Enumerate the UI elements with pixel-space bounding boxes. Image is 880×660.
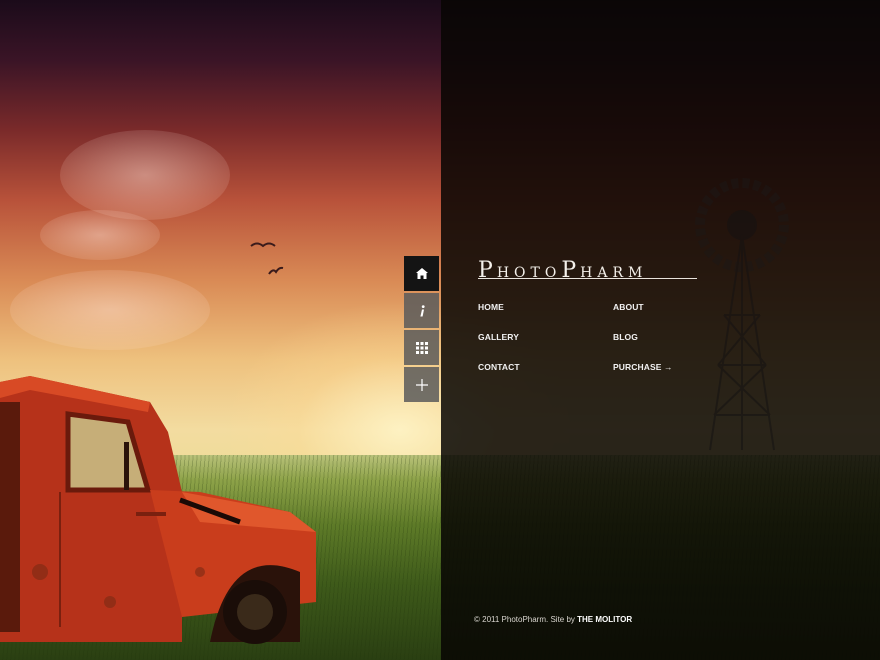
nav-blog[interactable]: BLOG: [613, 332, 638, 342]
logo-initial: P: [478, 258, 497, 283]
tab-more[interactable]: [404, 367, 439, 402]
truck-illustration: [0, 376, 316, 644]
plus-icon: [415, 378, 428, 391]
cloud: [40, 210, 160, 260]
grid-icon: [415, 341, 428, 354]
bird-icon: [268, 266, 284, 275]
bird-icon: [250, 242, 276, 248]
background-photo: [0, 0, 880, 660]
logo-initial: P: [561, 258, 581, 283]
cloud: [10, 270, 210, 350]
nav-about[interactable]: ABOUT: [613, 302, 644, 312]
tab-gallery-grid[interactable]: [404, 330, 439, 365]
windmill-illustration: [695, 178, 789, 451]
cloud: [60, 130, 230, 220]
tab-info[interactable]: [404, 293, 439, 328]
tab-home[interactable]: [404, 256, 439, 291]
nav-purchase[interactable]: PURCHASE →: [613, 362, 673, 372]
content-panel-overlay: [441, 0, 880, 660]
footer-copyright: © 2011 PhotoPharm. Site by: [474, 615, 578, 624]
nav-gallery[interactable]: GALLERY: [478, 332, 519, 342]
nav-contact[interactable]: CONTACT: [478, 362, 520, 372]
footer-credit-link[interactable]: THE MOLITOR: [577, 615, 632, 624]
info-icon: [419, 304, 425, 316]
site-logo[interactable]: PHOTOPHARM: [478, 258, 647, 283]
logo-underline: [478, 278, 697, 279]
home-icon: [415, 268, 428, 279]
footer: © 2011 PhotoPharm. Site by THE MOLITOR: [474, 615, 632, 624]
nav-home[interactable]: HOME: [478, 302, 504, 312]
side-tab-strip: [404, 256, 439, 404]
